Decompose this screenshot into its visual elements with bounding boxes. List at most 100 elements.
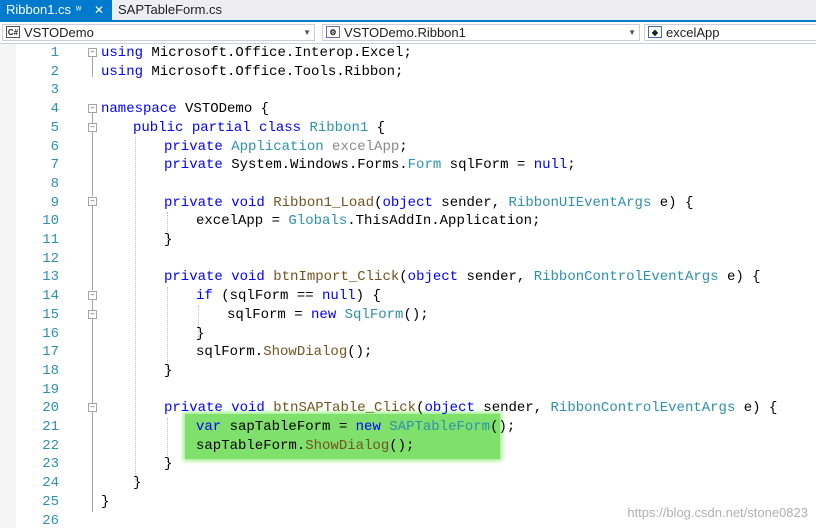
code-line[interactable]: if (sqlForm == null) { bbox=[196, 287, 381, 306]
code-editor[interactable]: 1 2 3 4 5 6 7 8 9 10 11 12 13 14 15 16 1… bbox=[0, 44, 816, 528]
keyword: private bbox=[164, 400, 223, 416]
code-text: } bbox=[101, 494, 109, 510]
line-number: 19 bbox=[16, 381, 59, 400]
line-number: 10 bbox=[16, 212, 59, 231]
type-name: Form bbox=[408, 157, 442, 173]
keyword: object bbox=[424, 400, 474, 416]
class-name: VSTODemo.Ribbon1 bbox=[344, 25, 466, 40]
keyword: void bbox=[231, 195, 265, 211]
code-line[interactable]: sapTableForm.ShowDialog(); bbox=[196, 437, 414, 456]
collapse-toggle[interactable]: – bbox=[88, 48, 97, 57]
code-text: sender, bbox=[458, 269, 534, 285]
outline-line bbox=[92, 132, 93, 196]
line-number: 15 bbox=[16, 306, 59, 325]
collapse-toggle[interactable]: – bbox=[88, 104, 97, 113]
code-line[interactable]: } bbox=[164, 231, 172, 250]
code-line[interactable]: } bbox=[164, 455, 172, 474]
code-text: sender, bbox=[475, 400, 551, 416]
code-text: VSTODemo { bbox=[177, 101, 269, 117]
code-text: ; bbox=[567, 157, 575, 173]
code-line[interactable]: var sapTableForm = new SAPTableForm(); bbox=[196, 418, 515, 437]
code-text: sapTableForm. bbox=[196, 438, 305, 454]
outline-line bbox=[92, 300, 93, 310]
code-text: sqlForm = bbox=[227, 307, 311, 323]
line-number: 22 bbox=[16, 437, 59, 456]
tab-ribbon1-cs[interactable]: Ribbon1.cs ʷ ✕ bbox=[0, 0, 112, 20]
code-line[interactable]: } bbox=[164, 362, 172, 381]
code-line[interactable]: private void Ribbon1_Load(object sender,… bbox=[164, 194, 693, 213]
code-text: sapTableForm = bbox=[221, 419, 355, 435]
project-dropdown[interactable]: C# VSTODemo ▼ bbox=[2, 24, 315, 41]
method-name: btnSAPTable_Click bbox=[273, 400, 416, 416]
keyword: new bbox=[356, 419, 381, 435]
code-line[interactable]: } bbox=[101, 493, 109, 512]
close-icon[interactable]: ✕ bbox=[94, 0, 104, 20]
member-dropdown[interactable]: ◆ excelApp bbox=[644, 24, 816, 41]
class-icon: ⚙ bbox=[326, 26, 340, 38]
code-line[interactable]: public partial class Ribbon1 { bbox=[133, 119, 385, 138]
code-line[interactable]: using Microsoft.Office.Tools.Ribbon; bbox=[101, 63, 403, 82]
keyword: private bbox=[164, 157, 223, 173]
line-number: 13 bbox=[16, 268, 59, 287]
outline-line bbox=[92, 113, 93, 123]
code-text: excelApp = bbox=[196, 213, 288, 229]
keyword: void bbox=[231, 400, 265, 416]
class-dropdown[interactable]: ⚙ VSTODemo.Ribbon1 ▼ bbox=[322, 24, 640, 41]
code-text: Microsoft.Office.Tools.Ribbon; bbox=[143, 64, 403, 80]
line-number: 21 bbox=[16, 418, 59, 437]
type-name: Globals bbox=[288, 213, 347, 229]
code-text bbox=[223, 269, 231, 285]
line-number: 2 bbox=[16, 63, 59, 82]
unused-field: excelApp bbox=[332, 139, 399, 155]
collapse-toggle[interactable]: – bbox=[88, 310, 97, 319]
code-text: sqlForm = bbox=[441, 157, 533, 173]
line-number: 26 bbox=[16, 512, 59, 530]
keyword: new bbox=[311, 307, 336, 323]
type-name: RibbonControlEventArgs bbox=[534, 269, 719, 285]
code-line[interactable]: using Microsoft.Office.Interop.Excel; bbox=[101, 44, 412, 63]
code-line[interactable]: } bbox=[196, 325, 204, 344]
type-name: Ribbon1 bbox=[309, 120, 368, 136]
code-line[interactable]: private void btnSAPTable_Click(object se… bbox=[164, 399, 777, 418]
line-number: 3 bbox=[16, 81, 59, 100]
code-text: } bbox=[133, 475, 141, 491]
type-name: RibbonControlEventArgs bbox=[551, 400, 736, 416]
code-text bbox=[265, 269, 273, 285]
line-number: 4 bbox=[16, 100, 59, 119]
keyword: private bbox=[164, 139, 223, 155]
collapse-toggle[interactable]: – bbox=[88, 123, 97, 132]
line-number: 20 bbox=[16, 399, 59, 418]
line-number: 25 bbox=[16, 493, 59, 512]
outline-line bbox=[92, 206, 93, 290]
code-line[interactable]: sqlForm = new SqlForm(); bbox=[227, 306, 429, 325]
collapse-toggle[interactable]: – bbox=[88, 197, 97, 206]
chevron-down-icon[interactable]: ▼ bbox=[628, 25, 636, 40]
code-text: } bbox=[196, 326, 204, 342]
keyword: if bbox=[196, 288, 213, 304]
method-name: ShowDialog bbox=[305, 438, 389, 454]
code-text: (); bbox=[403, 307, 428, 323]
code-line[interactable]: sqlForm.ShowDialog(); bbox=[196, 343, 372, 362]
code-line[interactable]: excelApp = Globals.ThisAddIn.Application… bbox=[196, 212, 540, 231]
code-line[interactable]: private Application excelApp; bbox=[164, 138, 408, 157]
keyword: null bbox=[534, 157, 568, 173]
collapse-toggle[interactable]: – bbox=[88, 403, 97, 412]
line-number: 9 bbox=[16, 194, 59, 213]
keyword: var bbox=[196, 419, 221, 435]
keyword: private bbox=[164, 195, 223, 211]
document-tab-strip: Ribbon1.cs ʷ ✕ SAPTableForm.cs bbox=[0, 0, 816, 22]
line-number: 5 bbox=[16, 119, 59, 138]
code-text: } bbox=[164, 456, 172, 472]
code-line[interactable]: namespace VSTODemo { bbox=[101, 100, 269, 119]
code-line[interactable]: } bbox=[133, 474, 141, 493]
line-number: 11 bbox=[16, 231, 59, 250]
code-line[interactable]: private void btnImport_Click(object send… bbox=[164, 268, 761, 287]
tab-saptableform-cs[interactable]: SAPTableForm.cs bbox=[112, 0, 228, 20]
collapse-toggle[interactable]: – bbox=[88, 291, 97, 300]
code-line[interactable]: private System.Windows.Forms.Form sqlFor… bbox=[164, 156, 576, 175]
line-number: 12 bbox=[16, 250, 59, 269]
pin-icon[interactable]: ʷ bbox=[76, 0, 81, 20]
chevron-down-icon[interactable]: ▼ bbox=[303, 25, 311, 40]
code-text: sender, bbox=[433, 195, 509, 211]
outline-line bbox=[92, 57, 93, 77]
